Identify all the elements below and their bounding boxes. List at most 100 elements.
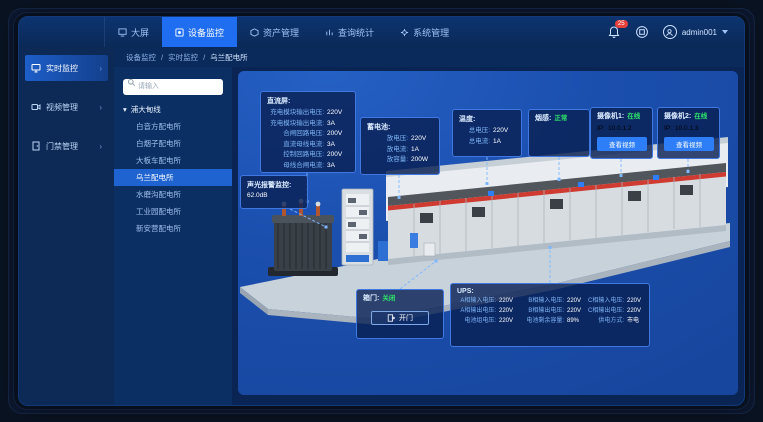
open-door-button[interactable]: 开门 (371, 311, 429, 325)
ip-label: IP: (664, 124, 672, 134)
avatar (663, 25, 677, 39)
metric-label: B相输入电压: (528, 297, 564, 306)
camera1-panel: 摄像机1:在线 IP:10.0.1.2 查看视频 (590, 107, 653, 159)
panel-title: 温度: (459, 114, 515, 124)
panel-title: 摄像机2: (664, 112, 691, 122)
metric-value: 200V (327, 150, 349, 161)
tree-node[interactable]: 水磨沟配电所 (114, 186, 232, 203)
app-screen: 大屏 设备监控 资产管理 查询统计 系统管理 25 (18, 16, 745, 406)
main-content: 直流屏: 充电模块输出电压:220V 充电模块输出电流:3A 合闸回路电压:20… (238, 71, 738, 395)
search-icon (127, 78, 136, 87)
ups-metrics-grid: A相输入电压:220V B相输入电压:220V C相输入电压:220V A相输出… (457, 297, 643, 326)
tab-label: 大屏 (131, 26, 149, 39)
tab-label: 系统管理 (413, 26, 449, 39)
metric-label: 直流母线电流: (283, 140, 324, 151)
metric-label: C相输出电压: (588, 307, 624, 316)
chevron-down-icon (722, 30, 728, 34)
metric-label: 放电流: (387, 145, 408, 156)
breadcrumb-item[interactable]: 设备监控 (126, 52, 156, 63)
tab-statistics[interactable]: 查询统计 (312, 17, 387, 47)
tree-node[interactable]: 白烟子配电所 (114, 135, 232, 152)
view-video-button[interactable]: 查看视频 (597, 137, 647, 151)
metric-value: 220V (499, 307, 521, 316)
metric-label: 总电流: (469, 137, 490, 148)
temperature-panel: 温度: 总电压:220V 总电流:1A (452, 109, 522, 157)
gear-icon (400, 28, 409, 37)
door-status: 关闭 (382, 294, 395, 306)
panel-title: UPS: (457, 288, 643, 295)
breadcrumb-separator: / (203, 53, 205, 62)
open-door-label: 开门 (399, 313, 413, 323)
battery-cabinet-model (342, 189, 373, 265)
tab-dashboard[interactable]: 大屏 (105, 17, 162, 47)
ip-value: 10.0.1.2 (608, 124, 632, 134)
metric-value: 220V (567, 297, 589, 306)
dashboard-stage: 大屏 设备监控 资产管理 查询统计 系统管理 25 (0, 0, 763, 422)
panel-title: 声光报警监控: (247, 180, 301, 190)
ups-panel: UPS: A相输入电压:220V B相输入电压:220V C相输入电压:220V… (450, 283, 650, 347)
metric-value: 1A (411, 145, 433, 156)
user-icon (665, 28, 674, 37)
breadcrumb-separator: / (161, 53, 163, 62)
panel-title: 箱门: (363, 294, 379, 304)
fullscreen-icon (635, 25, 649, 39)
view-video-button[interactable]: 查看视频 (664, 137, 714, 151)
metric-value: 3A (327, 119, 349, 130)
tab-label: 资产管理 (263, 26, 299, 39)
metric-label: 合闸回路电压: (283, 129, 324, 140)
tree-node[interactable]: 白音方配电所 (114, 118, 232, 135)
tree-node[interactable]: 工业园配电所 (114, 203, 232, 220)
metric-label: C相输入电压: (588, 297, 624, 306)
open-door-icon (387, 314, 395, 322)
tab-system-management[interactable]: 系统管理 (387, 17, 462, 47)
camera-status: 在线 (627, 112, 640, 124)
video-camera-icon (31, 102, 41, 112)
tab-asset-management[interactable]: 资产管理 (237, 17, 312, 47)
panel-title: 蓄电池: (367, 122, 433, 132)
metric-value: 220V (567, 307, 589, 316)
door-icon (31, 141, 41, 151)
tree-node-selected[interactable]: 乌兰配电所 (114, 169, 232, 186)
metric-label: 电池组电压: (464, 317, 496, 326)
top-navbar: 大屏 设备监控 资产管理 查询统计 系统管理 25 (19, 17, 744, 47)
metric-label: A相输入电压: (460, 297, 496, 306)
sidebar-item-access-control[interactable]: 门禁管理 › (25, 133, 108, 159)
breadcrumb-item[interactable]: 实时监控 (168, 52, 198, 63)
metric-label: 控制回路电压: (283, 150, 324, 161)
sidebar-item-video-management[interactable]: 视频管理 › (25, 94, 108, 120)
metric-value: 220V (493, 126, 515, 137)
metric-label: A相输出电压: (460, 307, 496, 316)
ip-value: 10.0.1.3 (675, 124, 699, 134)
cabinet-door-panel: 箱门:关闭 开门 (356, 289, 444, 339)
smoke-status: 正常 (554, 114, 567, 126)
sidebar-item-realtime-monitoring[interactable]: 实时监控 › (25, 55, 108, 81)
tree-caret-icon: ▾ (123, 105, 127, 114)
left-sidebar: 实时监控 › 视频管理 › 门禁管理 › (19, 47, 114, 405)
metric-value: 市电 (627, 317, 649, 326)
logo-area (19, 17, 105, 47)
ip-label: IP: (597, 124, 605, 134)
screen-icon (118, 28, 127, 37)
floor-device (378, 241, 388, 261)
tab-label: 设备监控 (188, 26, 224, 39)
metric-value: 220V (411, 134, 433, 145)
notifications-button[interactable]: 25 (607, 25, 621, 39)
metric-label: 放电压: (387, 134, 408, 145)
chevron-right-icon: › (99, 64, 102, 73)
chevron-right-icon: › (99, 142, 102, 151)
tab-label: 查询统计 (338, 26, 374, 39)
metric-value: 200V (327, 129, 349, 140)
tree-node[interactable]: 大板车配电所 (114, 152, 232, 169)
box-icon (250, 28, 259, 37)
tree-parent-node[interactable]: ▾ 浦大甸线 (114, 101, 232, 118)
metric-value: 200W (411, 155, 433, 166)
user-menu[interactable]: admin001 (663, 25, 728, 39)
breadcrumb-current: 乌兰配电所 (210, 52, 248, 63)
floor-device (410, 233, 418, 248)
camera2-panel: 摄像机2:在线 IP:10.0.1.3 查看视频 (657, 107, 720, 159)
fullscreen-button[interactable] (635, 25, 649, 39)
search-input[interactable] (123, 79, 223, 95)
tree-node[interactable]: 新安营配电所 (114, 220, 232, 237)
tab-device-monitoring[interactable]: 设备监控 (162, 17, 237, 47)
smoke-sensor-panel: 烟感:正常 (528, 109, 590, 157)
